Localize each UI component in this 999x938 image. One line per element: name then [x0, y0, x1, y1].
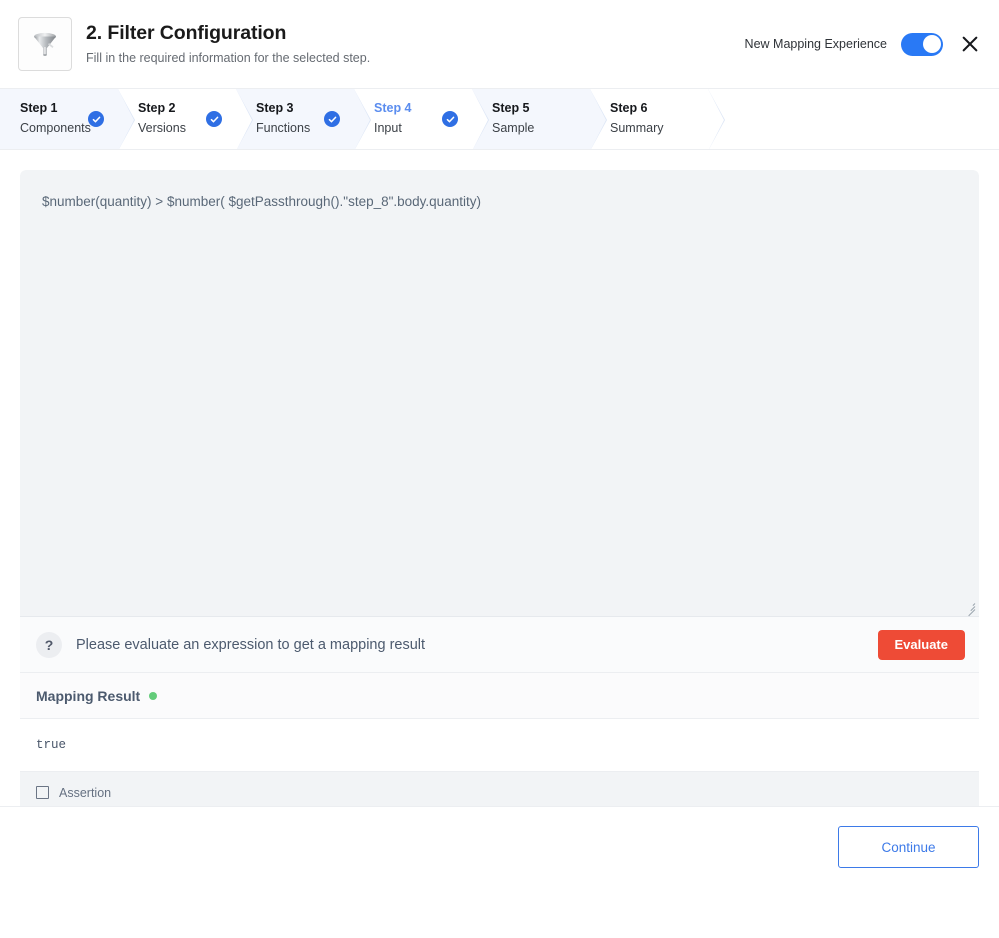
close-icon[interactable]: [959, 33, 981, 55]
stepper-item-summary[interactable]: Step 6 Summary: [590, 89, 725, 149]
mapping-result-value: true: [36, 738, 67, 752]
page-header: 2. Filter Configuration Fill in the requ…: [0, 0, 999, 88]
stepper-item-versions[interactable]: Step 2 Versions: [118, 89, 253, 149]
new-mapping-experience-toggle[interactable]: [901, 32, 943, 56]
new-mapping-experience-label: New Mapping Experience: [744, 37, 887, 51]
resize-grip-icon[interactable]: [963, 600, 976, 617]
mapping-panel: $number(quantity) > $number( $getPassthr…: [20, 170, 979, 813]
stepper-item-functions[interactable]: Step 3 Functions: [236, 89, 371, 149]
mapping-result-body: true: [20, 718, 979, 771]
stepper-item-number: Step 1: [20, 101, 58, 116]
toggle-knob: [922, 35, 941, 53]
stepper-item-number: Step 2: [138, 101, 176, 116]
question-mark-icon[interactable]: ?: [36, 631, 62, 658]
evaluate-message: Please evaluate an expression to get a m…: [76, 636, 426, 653]
page-subtitle: Fill in the required information for the…: [86, 50, 371, 65]
evaluate-bar: ? Please evaluate an expression to get a…: [20, 616, 979, 672]
stepper-item-label: Functions: [256, 121, 311, 135]
wizard-stepper: Step 1 Components Step 2 Versions Step 3 Func…: [0, 88, 999, 150]
stepper-item-number: Step 4: [374, 101, 412, 116]
stepper-chevron: [590, 89, 606, 149]
stepper-tail: [708, 89, 999, 149]
stepper-chevron: [354, 89, 370, 149]
assertion-checkbox[interactable]: [36, 786, 49, 799]
stepper-item-label: Summary: [610, 121, 664, 135]
page-title: 2. Filter Configuration: [86, 22, 287, 45]
footer-bar: Continue: [0, 806, 999, 887]
stepper-item-sample[interactable]: Step 5 Sample: [472, 89, 607, 149]
stepper-item-input[interactable]: Step 4 Input: [354, 89, 489, 149]
stepper-item-label: Components: [20, 121, 91, 135]
continue-button[interactable]: Continue: [838, 826, 979, 868]
stepper-item-label: Input: [374, 121, 402, 135]
mapping-result-title: Mapping Result: [36, 687, 141, 704]
expression-editor[interactable]: $number(quantity) > $number( $getPassthr…: [20, 170, 979, 617]
stepper-item-components[interactable]: Step 1 Components: [0, 89, 135, 149]
check-icon: [442, 111, 458, 127]
funnel-icon: [18, 17, 72, 71]
stepper-chevron: [472, 89, 488, 149]
stepper-chevron: [118, 89, 134, 149]
stepper-item-label: Versions: [138, 121, 186, 135]
check-icon: [324, 111, 340, 127]
stepper-item-number: Step 5: [492, 101, 530, 116]
check-icon: [88, 111, 104, 127]
assertion-label[interactable]: Assertion: [59, 786, 111, 800]
stepper-track: Step 1 Components Step 2 Versions Step 3 Func…: [0, 89, 999, 149]
stepper-item-number: Step 3: [256, 101, 294, 116]
stepper-chevron: [708, 89, 724, 149]
evaluate-button[interactable]: Evaluate: [877, 629, 965, 660]
mapping-result-header: Mapping Result: [20, 672, 979, 718]
stepper-chevron: [236, 89, 252, 149]
check-icon: [206, 111, 222, 127]
expression-text[interactable]: $number(quantity) > $number( $getPassthr…: [42, 192, 957, 212]
header-text-group: 2. Filter Configuration Fill in the requ…: [86, 22, 370, 65]
status-badge: [149, 691, 158, 700]
header-actions: New Mapping Experience: [744, 32, 981, 56]
stepper-item-number: Step 6: [610, 101, 648, 116]
stepper-item-label: Sample: [492, 121, 535, 135]
main-content: $number(quantity) > $number( $getPassthr…: [0, 150, 999, 887]
